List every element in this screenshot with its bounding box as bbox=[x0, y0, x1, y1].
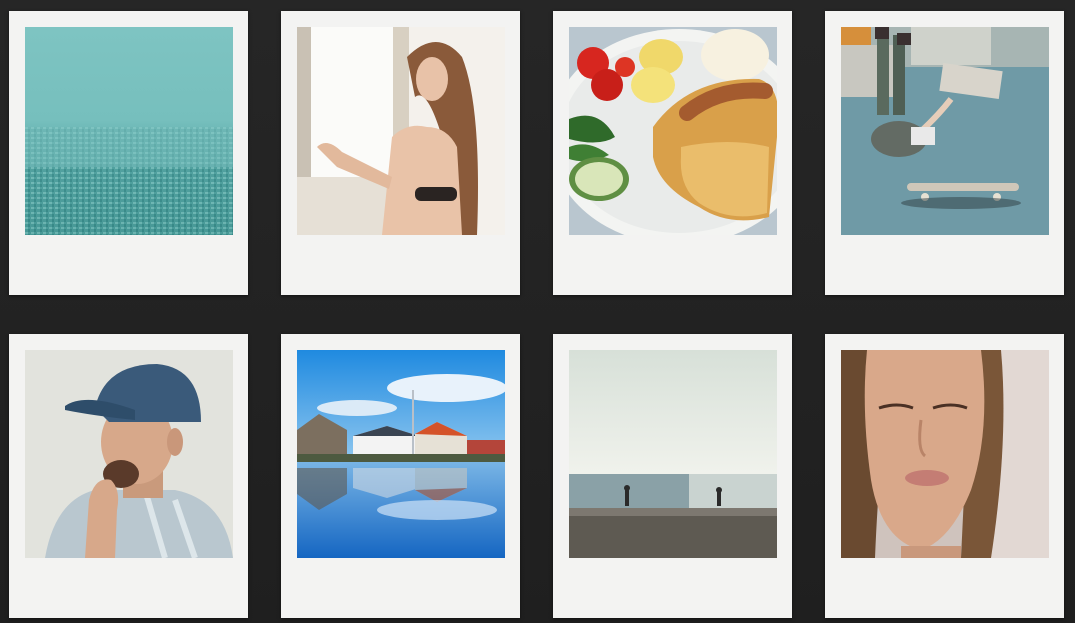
photo-woman-window bbox=[297, 27, 505, 235]
polaroid-grid bbox=[0, 0, 1075, 623]
photo-caption bbox=[841, 245, 1048, 285]
photo-skateboard bbox=[841, 27, 1049, 235]
polaroid-card[interactable] bbox=[553, 334, 792, 618]
polaroid-card[interactable] bbox=[281, 334, 520, 618]
photo-image bbox=[841, 27, 1049, 235]
photo-caption bbox=[297, 568, 504, 608]
photo-image bbox=[569, 27, 777, 235]
polaroid-card[interactable] bbox=[9, 11, 248, 295]
photo-image bbox=[25, 350, 233, 558]
polaroid-card[interactable] bbox=[553, 11, 792, 295]
photo-caption bbox=[25, 245, 232, 285]
photo-caption bbox=[569, 245, 776, 285]
photo-image bbox=[25, 27, 233, 235]
photo-image bbox=[297, 350, 505, 558]
polaroid-card[interactable] bbox=[281, 11, 520, 295]
photo-foggy-city bbox=[25, 27, 233, 235]
photo-hot-dog bbox=[569, 27, 777, 235]
photo-woman-portrait bbox=[841, 350, 1049, 558]
photo-caption bbox=[841, 568, 1048, 608]
photo-harbor bbox=[297, 350, 505, 558]
photo-caption bbox=[569, 568, 776, 608]
photo-man-cap bbox=[25, 350, 233, 558]
polaroid-card[interactable] bbox=[9, 334, 248, 618]
polaroid-card[interactable] bbox=[825, 334, 1064, 618]
photo-caption bbox=[297, 245, 504, 285]
photo-beach bbox=[569, 350, 777, 558]
photo-caption bbox=[25, 568, 232, 608]
photo-image bbox=[569, 350, 777, 558]
photo-image bbox=[841, 350, 1049, 558]
polaroid-card[interactable] bbox=[825, 11, 1064, 295]
photo-image bbox=[297, 27, 505, 235]
